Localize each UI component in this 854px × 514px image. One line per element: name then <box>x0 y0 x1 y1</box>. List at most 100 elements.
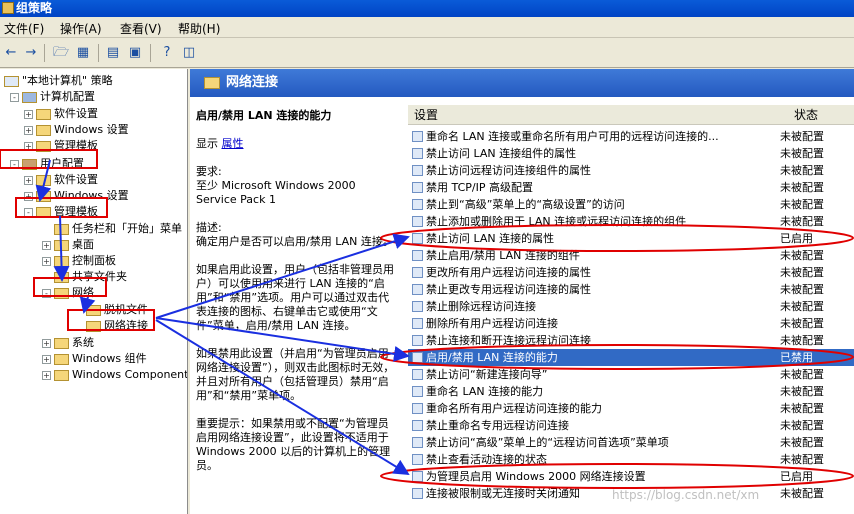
expand-icon[interactable]: + <box>42 354 51 364</box>
tree-item[interactable]: + Windows 组件 <box>42 351 147 367</box>
forward-icon[interactable]: → <box>22 44 40 62</box>
view-icon[interactable]: ◫ <box>180 44 198 62</box>
folder-icon <box>86 304 101 316</box>
list-item[interactable]: 禁止更改专用远程访问连接的属性 未被配置 <box>408 281 854 298</box>
description-text-2: 如果启用此设置，用户（包括非管理员用户）可以使用用来进行 LAN 连接的“启用”… <box>196 263 394 332</box>
tree-item[interactable]: + 桌面 <box>42 237 94 253</box>
column-state[interactable]: 状态 <box>794 105 818 125</box>
show-tree-icon[interactable]: ▦ <box>74 44 92 62</box>
tree-panel: "本地计算机" 策略 - 计算机配置 + 软件设置 + Windows 设置 + 管理模板 - 用户… <box>0 69 188 514</box>
policy-setting-icon <box>412 352 423 363</box>
tree-item[interactable]: + 系统 <box>42 335 94 351</box>
description-text-1: 确定用户是否可以启用/禁用 LAN 连接。 <box>196 235 394 248</box>
collapse-icon[interactable]: - <box>10 92 19 102</box>
toolbar-separator <box>98 44 99 62</box>
setting-state: 未被配置 <box>780 385 824 398</box>
list-item[interactable]: 重命名所有用户远程访问连接的能力 未被配置 <box>408 400 854 417</box>
list-item[interactable]: 重命名 LAN 连接的能力 未被配置 <box>408 383 854 400</box>
expand-icon[interactable]: + <box>42 338 51 348</box>
list-item[interactable]: 禁止添加或删除用于 LAN 连接或远程访问连接的组件 未被配置 <box>408 213 854 230</box>
panel-header: 网络连接 <box>190 69 854 97</box>
menu-view[interactable]: 查看(V) <box>120 20 162 37</box>
tree-item[interactable]: "本地计算机" 策略 <box>4 73 113 89</box>
watermark: https://blog.csdn.net/xm <box>612 488 760 502</box>
expand-icon[interactable]: + <box>24 125 33 135</box>
setting-state: 未被配置 <box>780 368 824 381</box>
tree-item[interactable]: + Windows Components <box>42 367 187 383</box>
requirement-text: 至少 Microsoft Windows 2000 Service Pack 1 <box>196 179 356 206</box>
description-label: 描述: <box>196 221 222 234</box>
menu-file[interactable]: 文件(F) <box>4 20 44 37</box>
up-folder-icon[interactable]: 🗁 <box>52 44 70 62</box>
tree-item[interactable]: + 管理模板 <box>24 138 98 154</box>
expand-icon[interactable]: + <box>42 256 51 266</box>
export-icon[interactable]: ▣ <box>126 44 144 62</box>
collapse-icon[interactable]: - <box>42 288 51 298</box>
setting-state: 未被配置 <box>780 317 824 330</box>
expand-icon[interactable]: + <box>42 370 51 380</box>
collapse-icon[interactable]: - <box>24 207 33 217</box>
list-item[interactable]: 禁止查看活动连接的状态 未被配置 <box>408 451 854 468</box>
tree-item[interactable]: - 管理模板 <box>24 204 98 220</box>
tree-item[interactable]: 共享文件夹 <box>42 269 127 285</box>
details-panel: 网络连接 启用/禁用 LAN 连接的能力 显示 属性 要求: 至少 Microso… <box>190 69 854 514</box>
list-item[interactable]: 为管理员启用 Windows 2000 网络连接设置 已启用 <box>408 468 854 485</box>
tree-item[interactable]: + 软件设置 <box>24 172 98 188</box>
list-item[interactable]: 更改所有用户远程访问连接的属性 未被配置 <box>408 264 854 281</box>
setting-state: 已禁用 <box>780 351 813 364</box>
tree-item[interactable]: + Windows 设置 <box>24 188 129 204</box>
list-item[interactable]: 禁用 TCP/IP 高级配置 未被配置 <box>408 179 854 196</box>
back-icon[interactable]: ← <box>2 44 20 62</box>
list-item[interactable]: 禁止重命名专用远程访问连接 未被配置 <box>408 417 854 434</box>
policy-setting-icon <box>412 471 423 482</box>
tree-item[interactable]: - 计算机配置 <box>10 89 95 105</box>
tree-item[interactable]: 任务栏和「开始」菜单 <box>42 221 182 237</box>
expand-icon[interactable]: + <box>24 109 33 119</box>
tree-item-label: 共享文件夹 <box>72 270 127 283</box>
policy-setting-icon <box>412 420 423 431</box>
list-item[interactable]: 禁止访问远程访问连接组件的属性 未被配置 <box>408 162 854 179</box>
tree-item-label: "本地计算机" 策略 <box>22 74 113 87</box>
setting-name: 禁止访问远程访问连接组件的属性 <box>426 164 591 177</box>
help-icon[interactable]: ? <box>158 44 176 62</box>
collapse-icon[interactable]: - <box>10 159 19 169</box>
tree-item-label: 控制面板 <box>72 254 116 267</box>
requirement-label: 要求: <box>196 165 222 178</box>
list-item[interactable]: 禁止删除远程访问连接 未被配置 <box>408 298 854 315</box>
list-item[interactable]: 删除所有用户远程访问连接 未被配置 <box>408 315 854 332</box>
menu-help[interactable]: 帮助(H) <box>178 20 220 37</box>
list-item[interactable]: 禁止连接和断开连接远程访问连接 未被配置 <box>408 332 854 349</box>
list-item[interactable]: 禁止访问“新建连接向导” 未被配置 <box>408 366 854 383</box>
tree-item[interactable]: - 用户配置 <box>10 156 84 172</box>
expand-icon[interactable]: + <box>24 191 33 201</box>
expand-icon[interactable]: + <box>24 175 33 185</box>
computer-icon <box>22 91 37 103</box>
list-item[interactable]: 禁止启用/禁用 LAN 连接的组件 未被配置 <box>408 247 854 264</box>
properties-link[interactable]: 属性 <box>222 137 244 150</box>
policy-setting-icon <box>412 284 423 295</box>
description-text-3: 如果禁用此设置（并启用“为管理员启用网络连接设置”），则双击此图标时无效，并且对… <box>196 347 395 402</box>
list-item[interactable]: 重命名 LAN 连接或重命名所有用户可用的远程访问连接的... 未被配置 <box>408 128 854 145</box>
menu-action[interactable]: 操作(A) <box>60 20 102 37</box>
policy-setting-icon <box>412 148 423 159</box>
setting-state: 未被配置 <box>780 266 824 279</box>
properties-icon[interactable]: ▤ <box>104 44 122 62</box>
setting-name: 删除所有用户远程访问连接 <box>426 317 558 330</box>
tree-item[interactable]: + Windows 设置 <box>24 122 129 138</box>
list-item[interactable]: 禁止访问 LAN 连接组件的属性 未被配置 <box>408 145 854 162</box>
policy-setting-icon <box>412 318 423 329</box>
list-item[interactable]: 禁止访问 LAN 连接的属性 已启用 <box>408 230 854 247</box>
setting-state: 未被配置 <box>780 283 824 296</box>
tree-item[interactable]: 网络连接 <box>74 318 148 334</box>
expand-icon[interactable]: + <box>24 141 33 151</box>
tree-item[interactable]: + 软件设置 <box>24 106 98 122</box>
column-setting[interactable]: 设置 <box>414 105 438 125</box>
tree-item[interactable]: + 控制面板 <box>42 253 116 269</box>
list-item[interactable]: 禁止到“高级”菜单上的“高级设置”的访问 未被配置 <box>408 196 854 213</box>
tree-item[interactable]: 脱机文件 <box>74 302 148 318</box>
list-item[interactable]: 启用/禁用 LAN 连接的能力 已禁用 <box>408 349 854 366</box>
description-pane: 启用/禁用 LAN 连接的能力 显示 属性 要求: 至少 Microsoft Wi… <box>196 109 396 509</box>
list-item[interactable]: 禁止访问“高级”菜单上的“远程访问首选项”菜单项 未被配置 <box>408 434 854 451</box>
expand-icon[interactable]: + <box>42 240 51 250</box>
tree-item[interactable]: - 网络 <box>42 285 94 301</box>
